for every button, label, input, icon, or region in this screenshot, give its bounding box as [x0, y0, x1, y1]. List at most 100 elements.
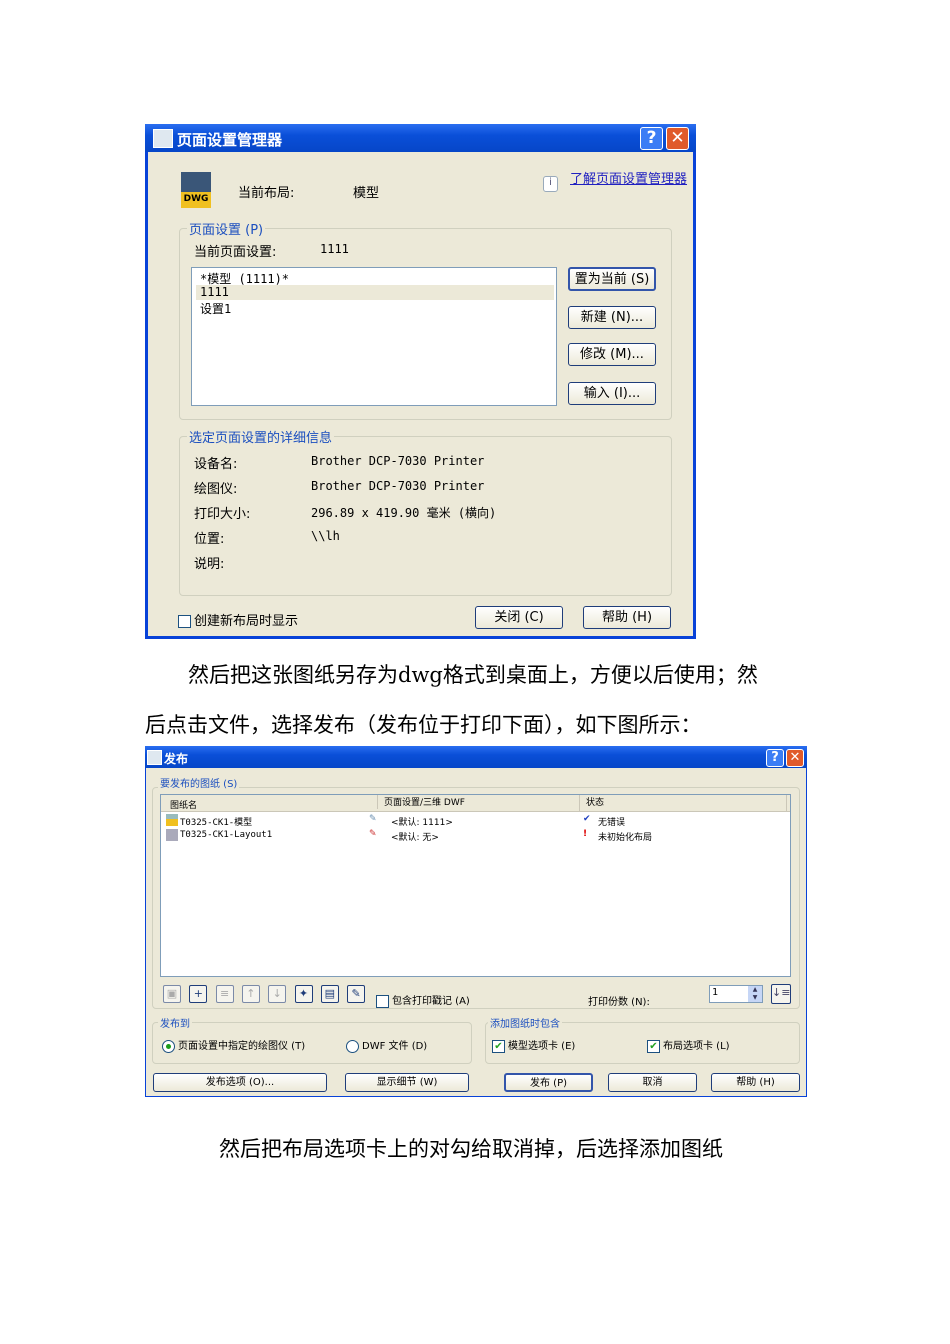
model-tab-label: 模型选项卡 (E): [508, 1041, 576, 1052]
move-up-icon[interactable]: ↑: [241, 985, 260, 1003]
radio-dwf-label: DWF 文件 (D): [362, 1041, 428, 1052]
detail-label: 绘图仪:: [194, 482, 238, 497]
plotter-icon: ✎: [369, 814, 377, 824]
dialog-title: 页面设置管理器: [177, 131, 283, 149]
close-title-button[interactable]: ✕: [666, 127, 689, 150]
current-layout-value: 模型: [353, 186, 380, 201]
preview-icon[interactable]: ▣: [163, 985, 181, 1003]
list-item[interactable]: 1111: [196, 285, 554, 300]
warning-icon: !: [583, 829, 588, 839]
copies-spinner[interactable]: 1 ▲ ▼: [709, 985, 763, 1003]
status-value: 无错误: [598, 818, 626, 828]
sheets-table[interactable]: 图纸名 页面设置/三维 DWF 状态 T0325-CK1-模型 ✎ <默认: 1…: [160, 794, 791, 977]
sheet-name: T0325-CK1-模型: [180, 818, 253, 828]
paragraph-line: 然后把布局选项卡上的对勾给取消掉，后选择添加图纸: [219, 1137, 723, 1161]
detail-label: 打印大小:: [194, 507, 251, 522]
load-list-icon[interactable]: ✦: [294, 985, 313, 1003]
page-setup-group-label: 页面设置 (P): [187, 219, 266, 238]
help-button[interactable]: 帮助 (H): [583, 606, 671, 629]
dwg-file-icon: DWG: [181, 172, 211, 208]
detail-label: 设备名:: [194, 457, 238, 472]
current-setup-value: 1111: [320, 242, 349, 256]
import-button[interactable]: 输入 (I)...: [568, 382, 656, 405]
detail-label: 位置:: [194, 532, 225, 547]
details-group-label: 选定页面设置的详细信息: [187, 427, 335, 446]
help-button[interactable]: 帮助 (H): [711, 1073, 800, 1092]
app-icon: [147, 750, 162, 765]
save-list-icon[interactable]: ▤: [320, 985, 339, 1003]
paragraph-line: 后点击文件，选择发布（发布位于打印下面），如下图所示：: [145, 713, 702, 737]
radio-plotter-label: 页面设置中指定的绘图仪 (T): [178, 1041, 306, 1052]
checkbox-box[interactable]: ✔: [492, 1039, 505, 1053]
table-header: 图纸名 页面设置/三维 DWF 状态: [161, 795, 790, 812]
layout-tab-checkbox[interactable]: ✔ 布局选项卡 (L): [647, 1037, 730, 1053]
help-link[interactable]: 了解页面设置管理器: [570, 172, 688, 187]
detail-value: 296.89 x 419.90 毫米 (横向): [311, 506, 497, 520]
column-header[interactable]: 状态: [579, 795, 787, 811]
include-stamp-checkbox[interactable]: 包含打印戳记 (A): [376, 992, 470, 1008]
publish-dialog: 发布 ? ✕ 要发布的图纸 (S) 图纸名 页面设置/三维 DWF 状态 T03…: [145, 746, 807, 1097]
detail-value: Brother DCP-7030 Printer: [311, 479, 485, 493]
title-bar[interactable]: 发布 ? ✕: [145, 746, 807, 768]
paragraph-line: 然后把这张图纸另存为dwg格式到桌面上，方便以后使用；然: [188, 663, 758, 687]
add-sheets-icon[interactable]: +: [189, 985, 208, 1003]
plot-stamp-settings-icon[interactable]: ✎: [347, 985, 366, 1003]
list-item[interactable]: 设置1: [192, 300, 556, 316]
close-title-button[interactable]: ✕: [786, 749, 804, 767]
sheets-group-label: 要发布的图纸 (S): [158, 775, 240, 790]
model-tab-checkbox[interactable]: ✔ 模型选项卡 (E): [492, 1037, 575, 1053]
current-setup-label: 当前页面设置:: [194, 245, 277, 260]
table-row[interactable]: T0325-CK1-模型 ✎ <默认: 1111> ✔ 无错误: [161, 813, 790, 828]
detail-label: 说明:: [194, 557, 225, 572]
sheet-name: T0325-CK1-Layout1: [180, 830, 273, 840]
page-setup-list[interactable]: *模型 (1111)* 1111 设置1: [191, 267, 557, 406]
set-current-button[interactable]: 置为当前 (S): [568, 267, 656, 291]
help-title-button[interactable]: ?: [640, 127, 663, 150]
dialog-title: 发布: [164, 752, 189, 766]
close-button[interactable]: 关闭 (C): [475, 606, 563, 629]
help-title-button[interactable]: ?: [766, 749, 784, 767]
detail-value: Brother DCP-7030 Printer: [311, 454, 485, 468]
include-group-label: 添加图纸时包含: [488, 1015, 562, 1030]
current-layout-label: 当前布局:: [238, 186, 295, 201]
new-button[interactable]: 新建 (N)...: [568, 306, 656, 329]
publish-options-button[interactable]: 发布选项 (O)...: [153, 1073, 327, 1092]
layout-tab-label: 布局选项卡 (L): [663, 1041, 730, 1052]
cancel-button[interactable]: 取消: [608, 1073, 697, 1092]
checkbox-box[interactable]: [376, 994, 389, 1008]
publish-button[interactable]: 发布 (P): [504, 1073, 593, 1092]
show-details-button[interactable]: 显示细节 (W): [345, 1073, 469, 1092]
spinner-arrows[interactable]: ▲ ▼: [748, 986, 762, 1002]
publish-to-group-label: 发布到: [158, 1015, 192, 1030]
checkbox-box[interactable]: [178, 615, 191, 628]
info-icon: i: [543, 176, 558, 192]
sheet-icon: [166, 814, 178, 826]
remove-sheets-icon[interactable]: ≡: [215, 985, 234, 1003]
page-setup-value: <默认: 无>: [391, 833, 439, 843]
copies-value: 1: [712, 987, 719, 998]
copies-label: 打印份数 (N):: [588, 997, 650, 1008]
sheet-icon: [166, 829, 178, 841]
radio-button[interactable]: [162, 1039, 175, 1053]
status-value: 未初始化布局: [598, 833, 653, 843]
sort-icon[interactable]: ↓≡: [771, 984, 791, 1004]
list-item[interactable]: *模型 (1111)*: [192, 270, 556, 286]
detail-value: \\lh: [311, 529, 340, 543]
document-page: 页面设置管理器 ? ✕ DWG 当前布局: 模型 i 了解页面设置管理器 页面设…: [0, 0, 950, 1344]
show-on-new-layout-checkbox[interactable]: 创建新布局时显示: [178, 610, 298, 629]
page-setup-manager-dialog: 页面设置管理器 ? ✕ DWG 当前布局: 模型 i 了解页面设置管理器 页面设…: [145, 124, 696, 639]
column-header[interactable]: 页面设置/三维 DWF: [377, 795, 465, 809]
move-down-icon[interactable]: ↓: [268, 985, 287, 1003]
plotter-icon: ✎: [369, 829, 377, 839]
checkbox-box[interactable]: ✔: [647, 1039, 660, 1053]
title-bar[interactable]: 页面设置管理器 ? ✕: [145, 124, 696, 152]
modify-button[interactable]: 修改 (M)...: [568, 343, 656, 366]
radio-dwf[interactable]: DWF 文件 (D): [346, 1037, 427, 1053]
check-icon: ✔: [583, 814, 591, 824]
page-setup-value: <默认: 1111>: [391, 818, 453, 828]
include-stamp-label: 包含打印戳记 (A): [392, 996, 470, 1007]
radio-plotter[interactable]: 页面设置中指定的绘图仪 (T): [162, 1037, 305, 1053]
radio-button[interactable]: [346, 1039, 359, 1053]
table-row[interactable]: T0325-CK1-Layout1 ✎ <默认: 无> ! 未初始化布局: [161, 828, 790, 843]
column-header[interactable]: 图纸名: [170, 798, 197, 811]
